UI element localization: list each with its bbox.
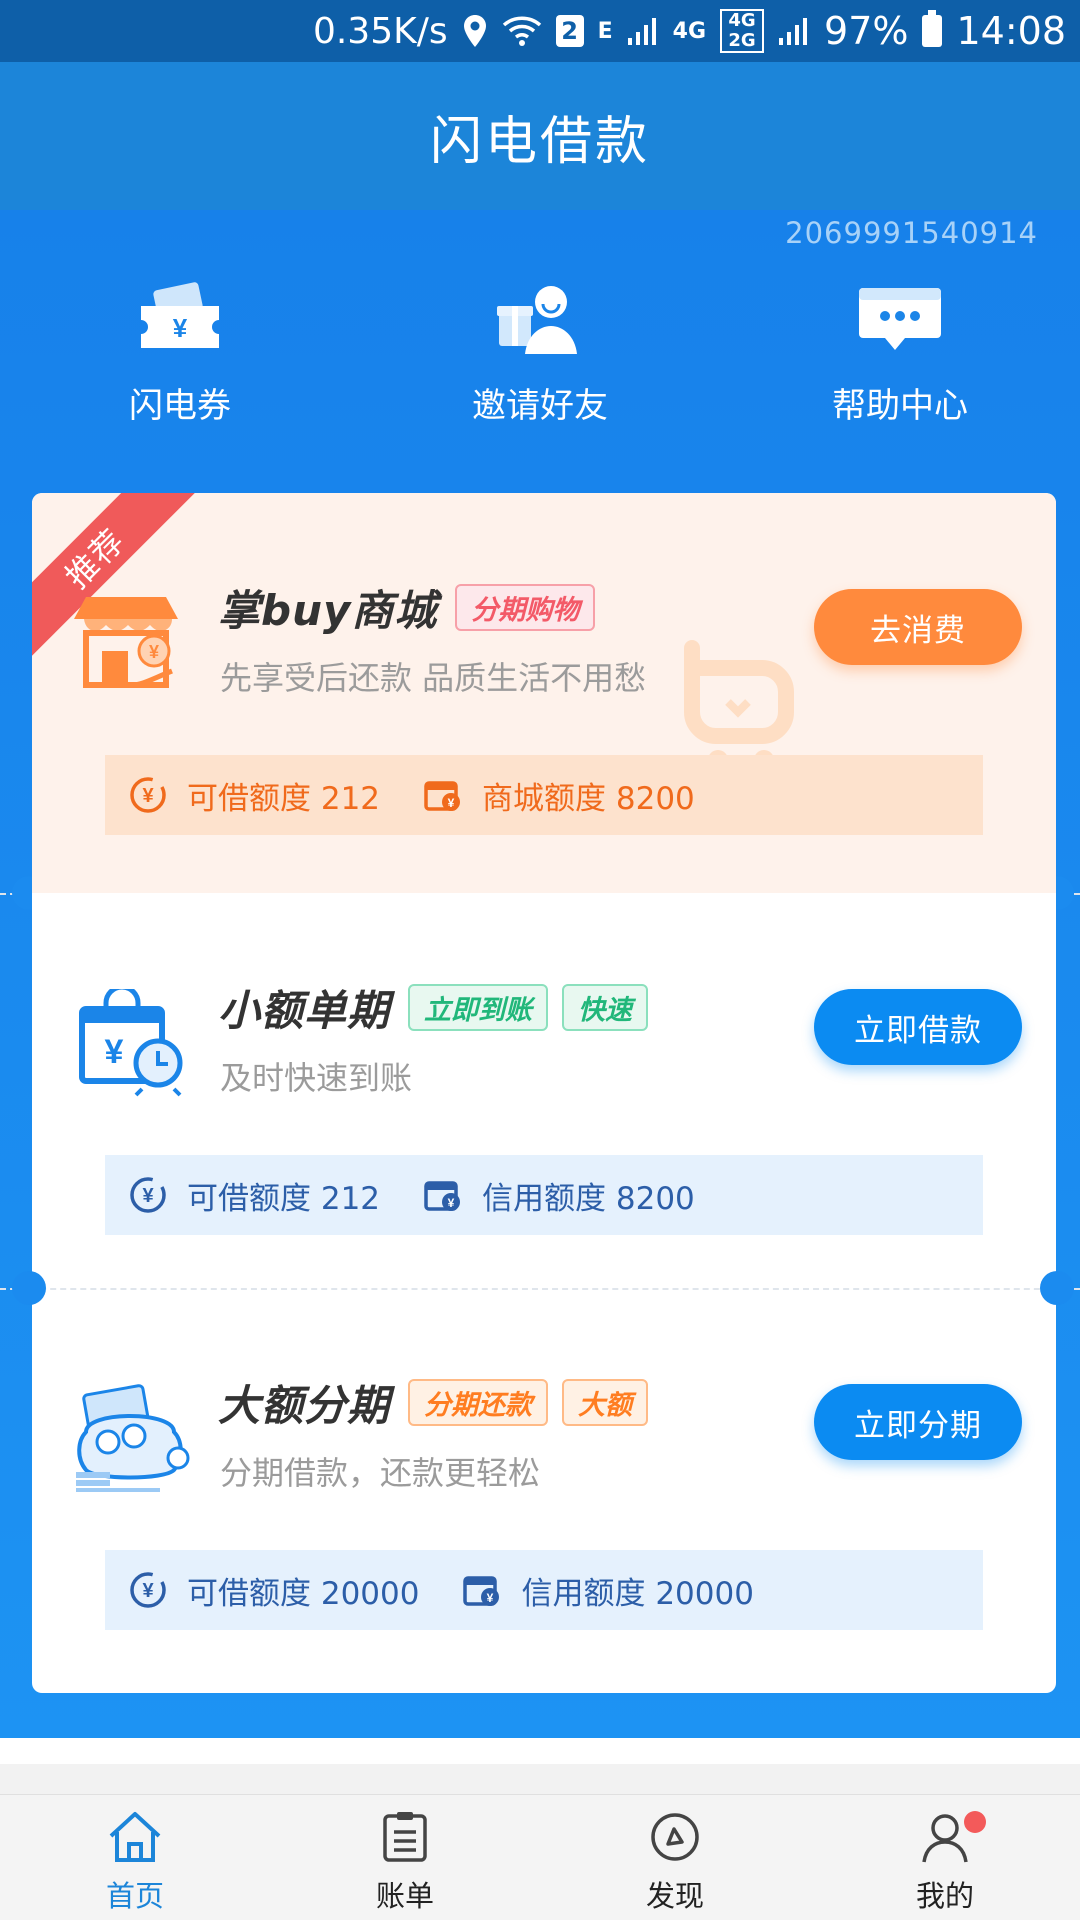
compass-icon bbox=[645, 1807, 705, 1867]
clock: 14:08 bbox=[956, 9, 1066, 53]
tab-mine[interactable]: 我的 bbox=[810, 1795, 1080, 1920]
user-id: 2069991540914 bbox=[785, 216, 1038, 250]
network-4g-label: 4G bbox=[672, 18, 707, 44]
chat-help-icon bbox=[850, 270, 950, 370]
notification-dot bbox=[964, 1811, 986, 1833]
svg-text:¥: ¥ bbox=[142, 1580, 154, 1602]
battery-percent: 97% bbox=[824, 9, 909, 53]
credit-quota: 信用额度 20000 bbox=[521, 1575, 754, 1612]
mall-title-row: 掌buy商城 分期购物 bbox=[218, 577, 596, 638]
quota-bar: ¥ 可借额度 212 ¥ 信用额度 8200 bbox=[105, 1155, 983, 1235]
location-icon bbox=[462, 14, 488, 48]
divider bbox=[0, 1288, 1080, 1290]
quota-bar: ¥ 可借额度 212 ¥ 商城额度 8200 bbox=[105, 755, 983, 835]
product-card: 推荐 ¥ 掌buy商城 分期购物 先享受后还款 品质生活不用愁 去消费 ¥ 可借… bbox=[32, 493, 1056, 1693]
content-bottom-strip bbox=[0, 1738, 1080, 1764]
tab-discover[interactable]: 发现 bbox=[540, 1795, 810, 1920]
shop-now-button[interactable]: 去消费 bbox=[814, 589, 1022, 665]
svg-text:¥: ¥ bbox=[105, 1033, 124, 1071]
yuan-coin-icon: ¥ bbox=[127, 1174, 169, 1216]
quota-bar: ¥ 可借额度 20000 ¥ 信用额度 20000 bbox=[105, 1550, 983, 1630]
ticket-icon: ¥ bbox=[130, 270, 230, 370]
invite-friend-icon bbox=[490, 270, 590, 370]
main-area: 2069991540914 ¥ 闪电券 邀请好友 帮助中心 推荐 ¥ 掌buy商… bbox=[0, 210, 1080, 1738]
wallet-icon: ¥ bbox=[461, 1569, 503, 1611]
quick-action-help[interactable]: 帮助中心 bbox=[720, 270, 1080, 427]
network-e-label: E bbox=[597, 18, 613, 44]
borrow-now-button[interactable]: 立即借款 bbox=[814, 989, 1022, 1065]
shopping-bag-clock-icon: ¥ bbox=[72, 984, 192, 1099]
quick-actions: ¥ 闪电券 邀请好友 帮助中心 bbox=[0, 270, 1080, 427]
product-subtitle: 及时快速到账 bbox=[220, 1059, 413, 1097]
product-small-loan: ¥ 小额单期 立即到账 快速 及时快速到账 立即借款 ¥ 可借额度 212 ¥ … bbox=[32, 893, 1056, 1288]
product-tag: 快速 bbox=[562, 984, 649, 1031]
svg-text:¥: ¥ bbox=[142, 1185, 154, 1207]
installment-title-row: 大额分期 分期还款 大额 bbox=[218, 1372, 649, 1433]
available-quota: 可借额度 212 bbox=[187, 780, 381, 817]
money-bag-coins-icon bbox=[72, 1384, 192, 1494]
product-installment: 大额分期 分期还款 大额 分期借款，还款更轻松 立即分期 ¥ 可借额度 2000… bbox=[32, 1288, 1056, 1693]
svg-text:¥: ¥ bbox=[448, 796, 455, 810]
notch bbox=[1040, 1271, 1074, 1305]
tab-home[interactable]: 首页 bbox=[0, 1795, 270, 1920]
signal-icon bbox=[627, 16, 659, 46]
product-title: 大额分期 bbox=[218, 1381, 391, 1430]
tab-label: 我的 bbox=[915, 1879, 974, 1913]
product-title: 掌buy商城 bbox=[218, 586, 438, 635]
svg-text:¥: ¥ bbox=[149, 642, 159, 662]
quick-action-coupon[interactable]: ¥ 闪电券 bbox=[0, 270, 360, 427]
sim-badge: 2 bbox=[555, 15, 584, 47]
network-speed: 0.35K/s bbox=[312, 10, 448, 52]
installment-now-button[interactable]: 立即分期 bbox=[814, 1384, 1022, 1460]
quick-action-label: 帮助中心 bbox=[832, 386, 968, 426]
product-subtitle: 分期借款，还款更轻松 bbox=[220, 1454, 541, 1492]
shop-icon: ¥ bbox=[72, 589, 192, 699]
credit-quota: 信用额度 8200 bbox=[482, 1180, 695, 1217]
svg-text:¥: ¥ bbox=[142, 785, 154, 807]
tab-bill[interactable]: 账单 bbox=[270, 1795, 540, 1920]
svg-text:¥: ¥ bbox=[448, 1196, 455, 1210]
home-icon bbox=[105, 1807, 165, 1867]
product-tag: 大额 bbox=[562, 1379, 649, 1426]
app-header: 闪电借款 bbox=[0, 62, 1080, 210]
product-tag: 立即到账 bbox=[408, 984, 549, 1031]
tab-label: 发现 bbox=[645, 1879, 704, 1913]
available-quota: 可借额度 20000 bbox=[187, 1575, 420, 1612]
product-tag: 分期还款 bbox=[408, 1379, 549, 1426]
status-bar: 0.35K/s 2 E 4G 4G 2G 97% 14:08 bbox=[0, 0, 1080, 62]
available-quota: 可借额度 212 bbox=[187, 1180, 381, 1217]
mall-quota: 商城额度 8200 bbox=[482, 780, 695, 817]
small-loan-title-row: 小额单期 立即到账 快速 bbox=[218, 977, 649, 1038]
product-subtitle: 先享受后还款 品质生活不用愁 bbox=[220, 659, 647, 697]
tab-label: 账单 bbox=[375, 1879, 434, 1913]
network-4g2g-label: 4G 2G bbox=[720, 9, 765, 53]
svg-text:¥: ¥ bbox=[173, 313, 188, 343]
bottom-tab-bar: 首页 账单 发现 我的 bbox=[0, 1794, 1080, 1920]
wallet-icon: ¥ bbox=[422, 1174, 464, 1216]
yuan-coin-icon: ¥ bbox=[127, 774, 169, 816]
tab-label: 首页 bbox=[105, 1879, 164, 1913]
quick-action-label: 邀请好友 bbox=[472, 386, 608, 426]
signal-icon-2 bbox=[778, 16, 810, 46]
wallet-icon: ¥ bbox=[422, 774, 464, 816]
quick-action-label: 闪电券 bbox=[129, 386, 231, 426]
yuan-coin-icon: ¥ bbox=[127, 1569, 169, 1611]
battery-icon bbox=[922, 10, 943, 47]
svg-text:¥: ¥ bbox=[487, 1591, 494, 1605]
bill-icon bbox=[375, 1807, 435, 1867]
product-mall: 推荐 ¥ 掌buy商城 分期购物 先享受后还款 品质生活不用愁 去消费 ¥ 可借… bbox=[32, 493, 1056, 893]
notch bbox=[12, 1271, 46, 1305]
wifi-icon bbox=[502, 15, 542, 47]
product-title: 小额单期 bbox=[218, 986, 391, 1035]
product-tag: 分期购物 bbox=[455, 584, 596, 631]
page-title: 闪电借款 bbox=[429, 111, 650, 172]
quick-action-invite[interactable]: 邀请好友 bbox=[360, 270, 720, 427]
